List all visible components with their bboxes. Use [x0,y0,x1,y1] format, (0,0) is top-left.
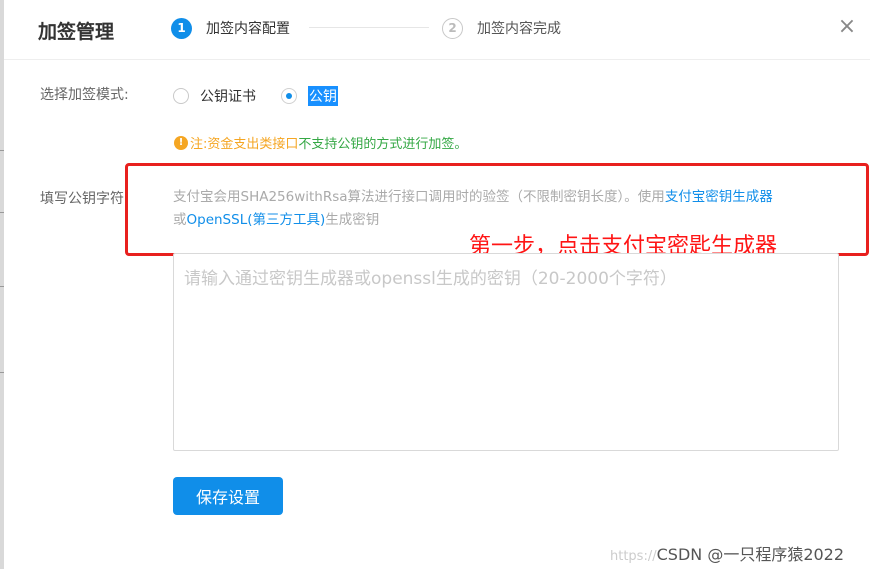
csdn-watermark: https://CSDN @一只程序猿2022 [610,541,844,565]
radio-checked-icon [281,88,297,104]
step-1-number: 1 [171,17,192,39]
watermark-faint: https:// [610,549,657,564]
mode-label: 选择加签模式: [40,87,129,103]
step-1-label: 加签内容配置 [206,21,290,37]
sign-management-dialog: 加签管理 1 加签内容配置 2 加签内容完成 × 选择加签模式: 公钥证书 公钥… [4,0,870,569]
radio-public-key[interactable]: 公钥 [281,86,338,106]
watermark-text: CSDN @一只程序猿2022 [656,545,845,564]
radio-unchecked-icon [173,88,189,104]
radio-public-key-label: 公钥 [308,86,338,106]
step-2: 2 加签内容完成 [442,17,561,39]
warning-prefix: 注: [190,137,208,152]
step-1: 1 加签内容配置 [171,17,290,39]
warning-text-2: 不支持公钥的方式进行加签。 [298,137,468,152]
step-connector-line [309,27,429,28]
step-2-label: 加签内容完成 [477,21,561,37]
warning-notice: ! 注: 资金支出类接口 不支持公钥的方式进行加签。 [174,133,467,152]
radio-public-key-cert-label: 公钥证书 [200,89,256,105]
save-settings-button[interactable]: 保存设置 [173,477,283,515]
step-2-number: 2 [442,17,463,39]
public-key-textarea[interactable] [173,253,839,451]
radio-public-key-cert[interactable]: 公钥证书 [173,86,256,106]
close-icon[interactable]: × [836,16,858,38]
key-field-label: 填写公钥字符: [40,191,129,207]
warning-icon: ! [174,135,188,150]
dialog-title: 加签管理 [38,21,115,43]
dialog-header: 加签管理 1 加签内容配置 2 加签内容完成 × [4,0,870,60]
warning-text-1: 资金支出类接口 [207,137,299,152]
